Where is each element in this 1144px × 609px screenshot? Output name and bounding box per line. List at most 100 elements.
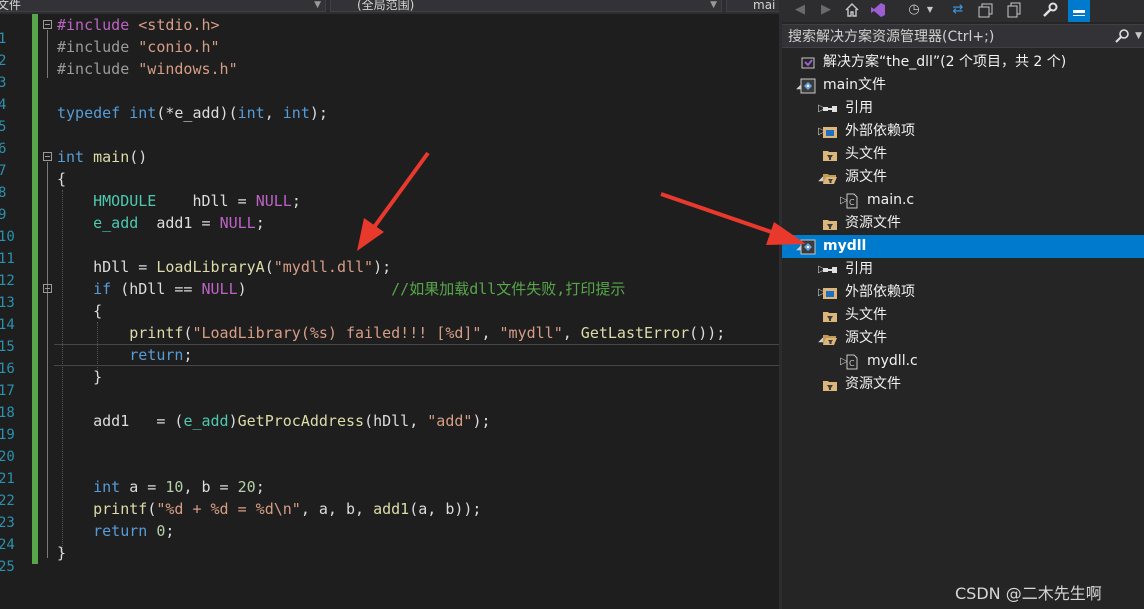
editor-navigation-bar: 文件 ▼ (全局范围) ▼ mai — [0, 0, 779, 14]
file-scope-dropdown[interactable]: 文件 ▼ — [0, 0, 326, 12]
back-icon[interactable]: ◀ — [792, 2, 808, 18]
code-line[interactable]: return; — [57, 344, 192, 366]
chevron-down-icon[interactable]: ▼ — [922, 2, 938, 18]
code-line[interactable]: int a = 10, b = 20; — [57, 476, 265, 498]
code-line[interactable]: if (hDll == NULL) //如果加载dll文件失败,打印提示 — [57, 278, 625, 300]
filter-folder-icon — [822, 147, 838, 163]
line-number: 19 — [0, 427, 15, 443]
fold-toggle-main[interactable] — [43, 152, 52, 161]
chevron-down-icon: ▼ — [710, 0, 717, 10]
external-deps-icon — [822, 124, 838, 140]
code-line[interactable]: { — [57, 300, 102, 322]
code-token: printf — [129, 324, 184, 342]
code-line[interactable]: printf("%d + %d = %d\n", a, b, add1(a, b… — [57, 498, 481, 520]
references-icon — [822, 262, 838, 278]
history-icon[interactable]: ◷ — [906, 2, 922, 18]
tree-item-label: 资源文件 — [845, 376, 901, 392]
tree-item-label: 引用 — [845, 100, 873, 116]
code-token: "%d + %d = %d\n" — [156, 500, 301, 518]
code-token: "mydll" — [499, 324, 563, 342]
tree-item[interactable]: ▷ 引用 — [782, 258, 1144, 281]
code-line[interactable]: add1 = (e_add)GetProcAddress(hDll, "add"… — [57, 410, 490, 432]
tree-item[interactable]: ▷ 引用 — [782, 97, 1144, 120]
fold-toggle-includes[interactable] — [43, 20, 52, 29]
vs-icon[interactable] — [870, 2, 886, 18]
forward-icon[interactable]: ▶ — [818, 2, 834, 18]
code-token: ; — [255, 214, 265, 232]
tree-item[interactable]: 头文件 — [782, 143, 1144, 166]
home-icon[interactable] — [844, 2, 860, 18]
tree-item[interactable]: 资源文件 — [782, 373, 1144, 396]
tree-item[interactable]: ▷ Cmain.c — [782, 189, 1144, 212]
sync-icon[interactable]: ⇄ — [950, 2, 966, 18]
collapse-icon[interactable] — [978, 2, 994, 18]
code-line[interactable]: hDll = LoadLibraryA("mydll.dll"); — [57, 256, 391, 278]
tree-item[interactable]: ▷ 外部依赖项 — [782, 120, 1144, 143]
code-line[interactable]: } — [57, 542, 66, 564]
code-token: main — [93, 148, 130, 166]
tree-item[interactable]: ▷ 外部依赖项 — [782, 281, 1144, 304]
code-token: "LoadLibrary(%s) failed!!! [%d]" — [192, 324, 482, 342]
chevron-down-icon[interactable]: ▼ — [1135, 28, 1142, 44]
code-token: , — [264, 104, 283, 122]
code-line[interactable]: typedef int(*e_add)(int, int); — [57, 102, 328, 124]
code-line[interactable]: e_add add1 = NULL; — [57, 212, 265, 234]
tree-item[interactable]: ◢ 源文件 — [782, 327, 1144, 350]
code-editor[interactable]: 文件 ▼ (全局范围) ▼ mai 1234567891011121314151… — [0, 0, 779, 609]
fold-toggle-if[interactable] — [43, 284, 52, 293]
tree-item[interactable]: ◢ 源文件 — [782, 166, 1144, 189]
code-line[interactable]: { — [57, 168, 66, 190]
line-number: 14 — [0, 317, 15, 333]
code-token: ()); — [689, 324, 726, 342]
line-number: 5 — [0, 119, 7, 135]
solution-explorer-search[interactable]: 搜索解决方案资源管理器(Ctrl+;) ▼ — [782, 24, 1144, 48]
tree-item-label: 引用 — [845, 261, 873, 277]
code-token: #include — [57, 60, 139, 78]
code-token: hDll = — [57, 258, 157, 276]
code-token: } — [57, 544, 67, 562]
search-icon[interactable] — [1114, 28, 1130, 44]
code-line[interactable]: int main() — [57, 146, 147, 168]
code-line[interactable]: } — [57, 366, 102, 388]
code-line[interactable]: #include "conio.h" — [57, 36, 220, 58]
tree-item-selected[interactable]: ◢ mydll — [782, 235, 1144, 258]
global-scope-dropdown[interactable]: (全局范围) ▼ — [330, 0, 722, 12]
code-token: add1 = ( — [57, 412, 184, 430]
code-line[interactable]: printf("LoadLibrary(%s) failed!!! [%d]",… — [57, 322, 725, 344]
tree-item-label: main.c — [867, 192, 915, 208]
pin-icon[interactable] — [1068, 0, 1090, 22]
tree-item-label: 外部依赖项 — [845, 123, 915, 139]
code-token: ; — [165, 522, 175, 540]
code-token: #include — [57, 16, 139, 34]
code-line[interactable]: #include "windows.h" — [57, 58, 238, 80]
code-line[interactable]: HMODULE hDll = NULL; — [57, 190, 301, 212]
code-token: , — [481, 324, 500, 342]
chevron-down-icon: ▼ — [314, 0, 321, 10]
search-input[interactable]: 搜索解决方案资源管理器(Ctrl+;) — [788, 27, 994, 47]
code-token: , a, b, — [300, 500, 374, 518]
code-token: ; — [183, 346, 193, 364]
watermark: CSDN @二木先生啊 — [955, 584, 1102, 603]
tree-item[interactable]: ◢ main文件 — [782, 74, 1144, 97]
tree-item[interactable]: 资源文件 — [782, 212, 1144, 235]
code-token: return — [93, 522, 157, 540]
wrench-icon[interactable] — [1042, 2, 1058, 18]
code-line[interactable]: return 0; — [57, 520, 174, 542]
code-line[interactable]: #include <stdio.h> — [57, 14, 220, 36]
code-token: int — [93, 478, 121, 496]
code-token: typedef — [57, 104, 130, 122]
code-token: "windows.h" — [138, 60, 238, 78]
line-number: 23 — [0, 515, 15, 531]
code-token: 20 — [237, 478, 256, 496]
code-token: NULL — [255, 192, 292, 210]
tree-item[interactable]: 解决方案“the_dll”(2 个项目，共 2 个) — [782, 51, 1144, 74]
tree-item-label: 外部依赖项 — [845, 284, 915, 300]
member-scope-dropdown[interactable]: mai — [726, 0, 779, 12]
copy-icon[interactable] — [1006, 2, 1022, 18]
tree-item[interactable]: 头文件 — [782, 304, 1144, 327]
tree-item[interactable]: ▷ Cmydll.c — [782, 350, 1144, 373]
